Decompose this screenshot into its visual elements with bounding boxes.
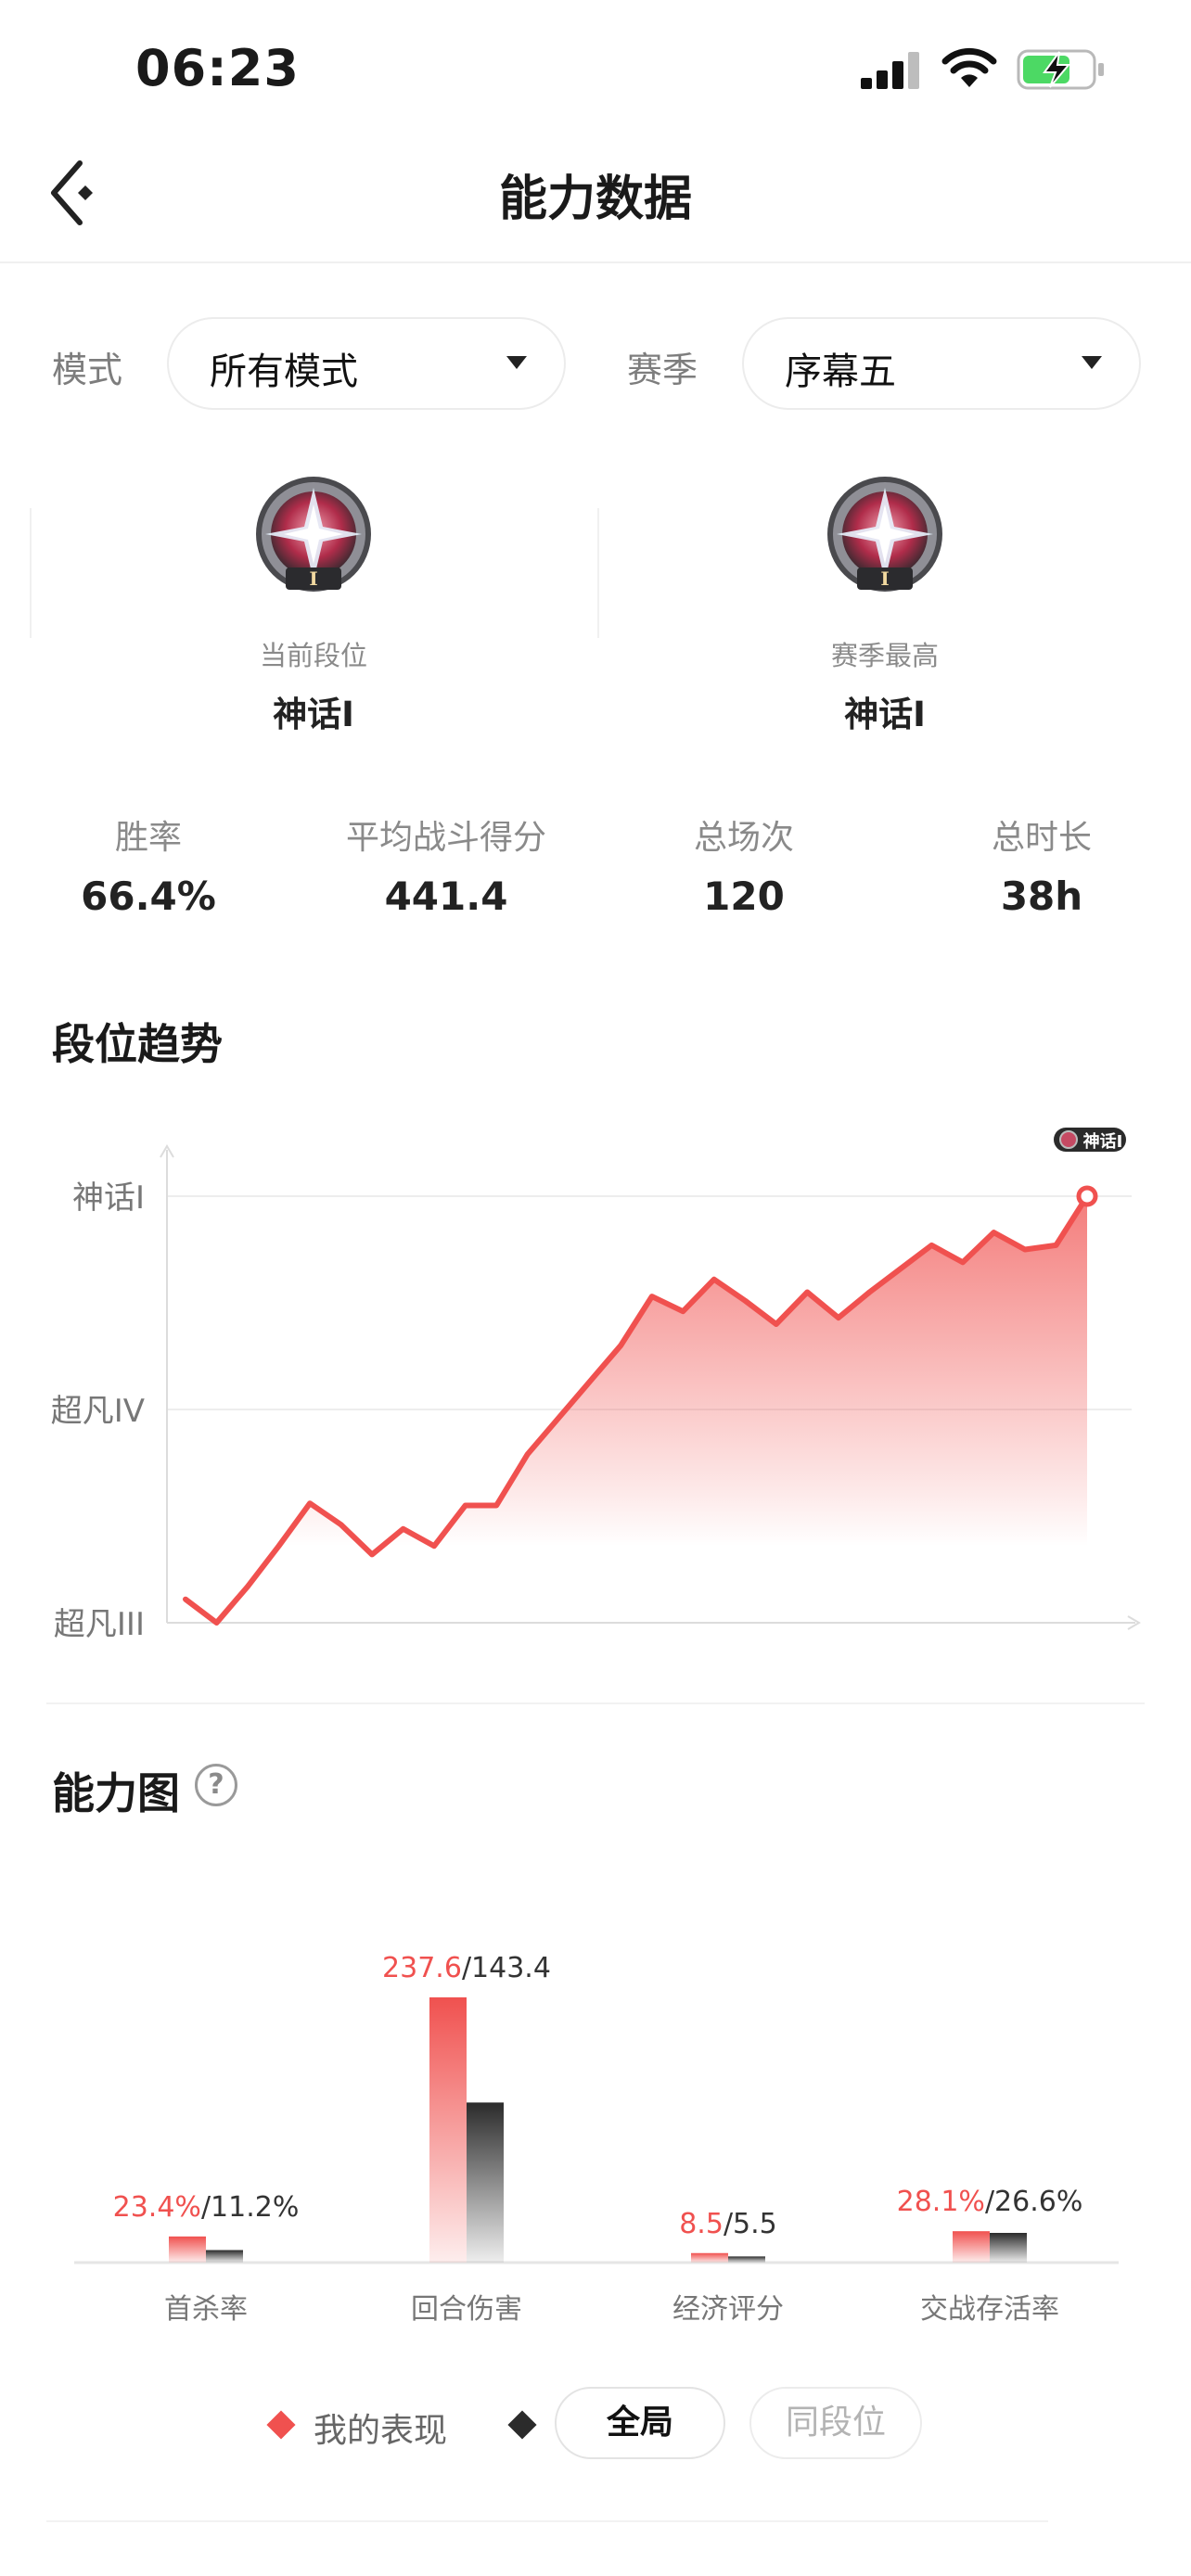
mode-select[interactable]: 所有模式 xyxy=(167,317,566,410)
mythic-rank-badge-icon xyxy=(1059,1130,1078,1149)
my-performance-legend-label: 我的表现 xyxy=(314,2412,448,2450)
avg-score-value: 441.4 xyxy=(384,874,508,919)
tab-global[interactable]: 全局 xyxy=(555,2387,725,2459)
page-title: 能力数据 xyxy=(498,172,692,227)
rank-trend-chart: 神话I 超凡IV 超凡III 神话I xyxy=(51,1128,1141,1643)
ability-bar-chart: 23.4%/11.2% 首杀率 237.6/143.4 回合伤害 8.5/5.5 经济评分… xyxy=(74,1952,1119,2326)
rank-marker-label: 神话I xyxy=(1083,1131,1123,1152)
y-tick-label: 超凡III xyxy=(54,1606,145,1643)
season-label: 赛季 xyxy=(627,350,698,390)
bars-group: 23.4%/11.2% 首杀率 237.6/143.4 回合伤害 8.5/5.5 经济评分… xyxy=(113,1952,1083,2326)
bar-global xyxy=(728,2256,765,2263)
section-divider xyxy=(46,1702,1145,1704)
category-label: 首杀率 xyxy=(164,2293,248,2326)
mode-label: 模式 xyxy=(52,350,123,390)
bar-value-label: 23.4%/11.2% xyxy=(113,2191,300,2224)
current-rank-name: 神话I xyxy=(273,695,354,734)
season-select[interactable]: 序幕五 xyxy=(742,317,1141,410)
season-select-value: 序幕五 xyxy=(785,351,896,393)
bar-my-performance xyxy=(953,2231,990,2263)
svg-text:I: I xyxy=(309,567,317,590)
bar-value-label: 8.5/5.5 xyxy=(679,2208,777,2240)
bar-global xyxy=(467,2102,504,2263)
bar-my-performance xyxy=(169,2236,206,2263)
mythic-rank-badge-icon: I xyxy=(827,477,942,592)
bar-value-label: 28.1%/26.6% xyxy=(897,2186,1083,2218)
bar-my-performance xyxy=(429,1997,467,2263)
comparison-legend-icon xyxy=(507,2410,537,2440)
current-rank-caption: 当前段位 xyxy=(259,640,367,671)
total-time-label: 总时长 xyxy=(991,819,1092,857)
svg-text:I: I xyxy=(880,567,889,590)
bar-global xyxy=(990,2232,1027,2263)
bar-global xyxy=(206,2250,243,2263)
total-time-value: 38h xyxy=(1000,874,1083,919)
y-tick-label: 超凡IV xyxy=(51,1393,145,1430)
tab-same-rank[interactable]: 同段位 xyxy=(749,2387,922,2459)
rank-trend-title: 段位趋势 xyxy=(52,1019,223,1069)
wifi-icon xyxy=(941,47,997,87)
cellular-signal-icon xyxy=(861,52,920,89)
status-time: 06:23 xyxy=(135,39,300,97)
category-label: 经济评分 xyxy=(672,2293,784,2326)
bar-value-label: 237.6/143.4 xyxy=(382,1952,551,1984)
category-label: 交战存活率 xyxy=(920,2293,1059,2326)
current-rank-marker: 神话I xyxy=(1054,1128,1126,1152)
divider xyxy=(597,508,599,638)
ability-chart-title: 能力图 xyxy=(52,1768,180,1818)
chevron-down-icon xyxy=(506,356,527,369)
mode-select-value: 所有模式 xyxy=(210,351,358,393)
win-rate-value: 66.4% xyxy=(81,874,216,919)
y-tick-label: 神话I xyxy=(72,1180,145,1217)
nav-divider xyxy=(0,261,1191,263)
season-best-rank-name: 神话I xyxy=(844,695,926,734)
avg-score-label: 平均战斗得分 xyxy=(345,819,546,857)
category-label: 回合伤害 xyxy=(411,2293,522,2326)
bottom-divider xyxy=(46,2520,1048,2522)
total-matches-label: 总场次 xyxy=(693,819,794,857)
mythic-rank-badge-icon: I xyxy=(256,477,371,592)
season-best-caption: 赛季最高 xyxy=(830,640,939,671)
total-matches-value: 120 xyxy=(703,874,785,919)
battery-charging-icon xyxy=(1017,49,1104,90)
win-rate-label: 胜率 xyxy=(114,819,182,857)
question-circle-icon[interactable]: ? xyxy=(195,1764,237,1806)
chevron-down-icon xyxy=(1082,356,1102,369)
bar-my-performance xyxy=(691,2252,728,2263)
trend-point-current xyxy=(1076,1185,1098,1207)
divider xyxy=(30,508,32,638)
my-performance-legend-icon xyxy=(266,2410,296,2440)
